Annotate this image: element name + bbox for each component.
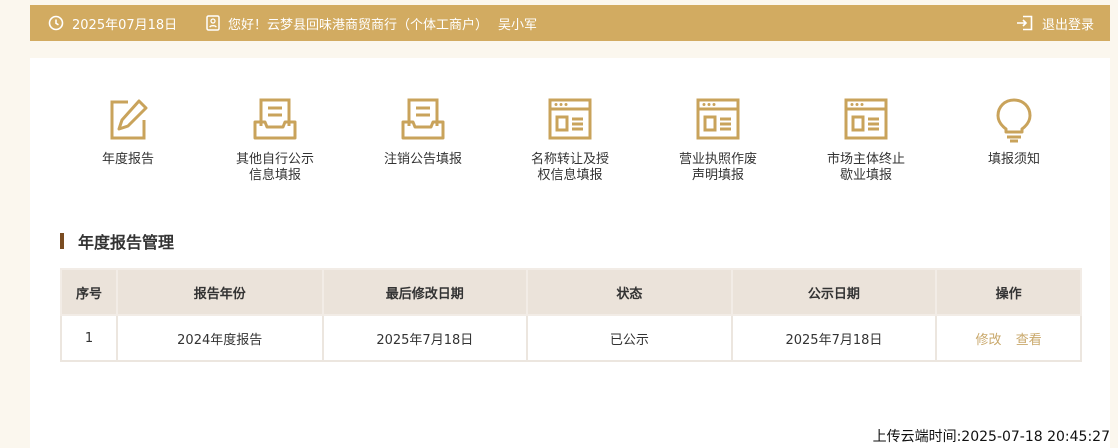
lightbulb-icon <box>990 96 1038 144</box>
browser-form-icon <box>546 96 594 144</box>
date-text: 2025年07月18日 <box>72 17 178 33</box>
column-header-status: 状态 <box>526 268 733 316</box>
nav-label: 名称转让及授 权信息填报 <box>530 152 609 183</box>
nav-label: 其他自行公示 信息填报 <box>235 152 314 183</box>
upload-time: 上传云端时间:2025-07-18 20:45:27 <box>872 429 1110 445</box>
column-header-actions: 操作 <box>935 268 1082 316</box>
top-bar: 2025年07月18日 您好！云梦县回味港商贸商行（个体工商户） 吴小军 退出登… <box>30 5 1110 41</box>
nav-other-disclosure[interactable]: 其他自行公示 信息填报 <box>215 96 335 184</box>
clock-icon <box>48 15 64 31</box>
nav-entity-termination[interactable]: 市场主体终止 歇业填报 <box>806 96 926 184</box>
view-link[interactable]: 查看 <box>1016 333 1042 348</box>
document-tray-icon <box>399 96 447 144</box>
logout-label: 退出登录 <box>1041 17 1094 33</box>
nav-cancellation-notice[interactable]: 注销公告填报 <box>363 96 483 168</box>
cell-actions: 修改 查看 <box>935 314 1082 362</box>
cell-published: 2025年7月18日 <box>730 314 938 362</box>
column-header-year: 报告年份 <box>115 268 324 316</box>
nav-label: 注销公告填报 <box>383 152 462 167</box>
nav-label: 年度报告 <box>101 152 154 167</box>
date-display: 2025年07月18日 <box>48 5 177 41</box>
table-row: 1 2024年度报告 2025年7月18日 已公示 2025年7月18日 修改 … <box>60 314 1082 362</box>
greeting-text: 您好！云梦县回味港商贸商行（个体工商户） <box>228 17 489 33</box>
column-header-index: 序号 <box>60 268 118 316</box>
section-accent-bar <box>60 233 64 249</box>
section-title-text: 年度报告管理 <box>78 233 175 252</box>
nav-name-transfer[interactable]: 名称转让及授 权信息填报 <box>510 96 630 184</box>
main-panel: 年度报告 其他自行公示 信息填报 注销公告填报 名称转让及授 权信息填报 营业执 <box>30 58 1110 448</box>
browser-form-icon <box>842 96 890 144</box>
cell-year: 2024年度报告 <box>115 314 324 362</box>
logout-icon <box>1016 15 1034 31</box>
nav-annual-report[interactable]: 年度报告 <box>68 96 188 168</box>
column-header-published: 公示日期 <box>730 268 938 316</box>
nav-label: 填报须知 <box>987 152 1040 167</box>
nav-label: 营业执照作废 声明填报 <box>678 152 757 183</box>
column-header-modified: 最后修改日期 <box>321 268 529 316</box>
table-header-row: 序号 报告年份 最后修改日期 状态 公示日期 操作 <box>60 268 1082 316</box>
nav-filing-notice[interactable]: 填报须知 <box>954 96 1074 168</box>
nav-label: 市场主体终止 歇业填报 <box>826 152 905 183</box>
edit-report-icon <box>104 96 152 144</box>
edit-link[interactable]: 修改 <box>976 333 1002 348</box>
cell-index: 1 <box>60 314 118 362</box>
cell-status: 已公示 <box>526 314 733 362</box>
logout-button[interactable]: 退出登录 <box>1016 5 1094 41</box>
document-tray-icon <box>251 96 299 144</box>
annual-report-table: 序号 报告年份 最后修改日期 状态 公示日期 操作 1 2024年度报告 202… <box>60 268 1082 362</box>
nav-license-void[interactable]: 营业执照作废 声明填报 <box>658 96 778 184</box>
badge-icon <box>206 15 220 31</box>
browser-form-icon <box>694 96 742 144</box>
feature-nav: 年度报告 其他自行公示 信息填报 注销公告填报 名称转让及授 权信息填报 营业执 <box>30 96 1110 206</box>
cell-modified: 2025年7月18日 <box>321 314 529 362</box>
user-name: 吴小军 <box>498 17 538 33</box>
section-title: 年度报告管理 <box>60 232 175 252</box>
greeting: 您好！云梦县回味港商贸商行（个体工商户） 吴小军 <box>206 5 537 41</box>
